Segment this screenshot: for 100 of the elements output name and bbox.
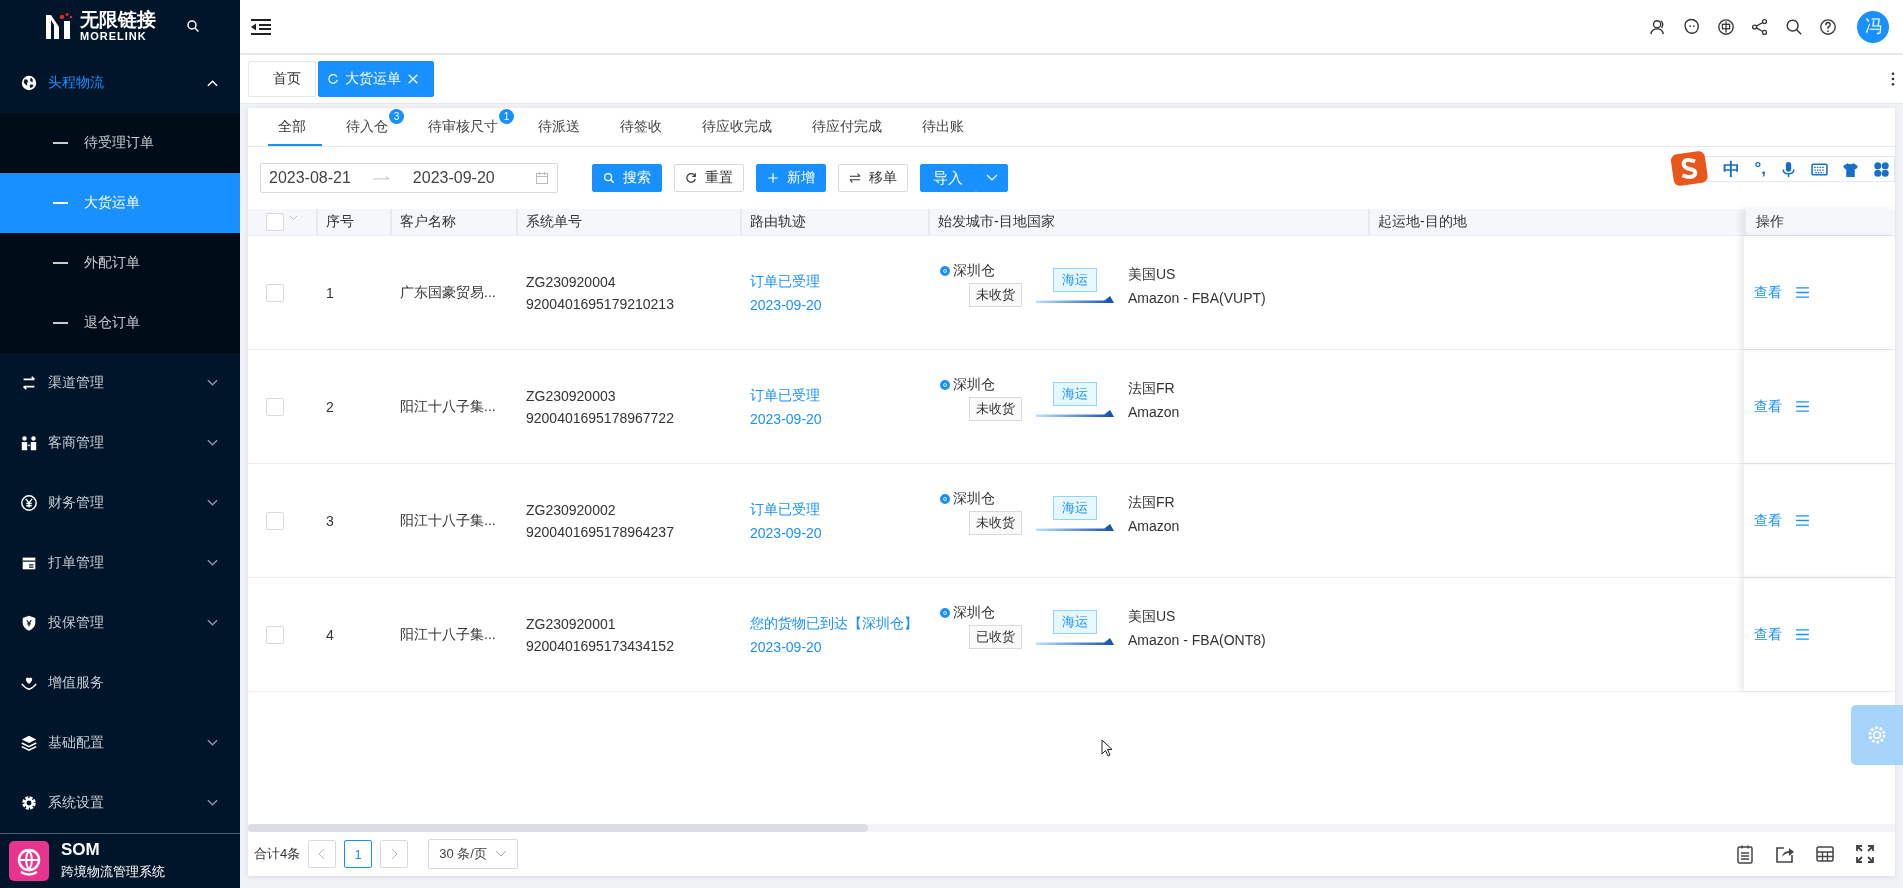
search-icon[interactable] [186, 19, 200, 34]
row-checkbox[interactable] [266, 397, 284, 416]
destination-warehouse: Amazon [1128, 404, 1180, 420]
keyboard-icon[interactable] [1811, 160, 1828, 178]
table-cell: 阳江十八子集... [400, 511, 496, 530]
order-number: ZG230920004 [526, 273, 616, 290]
collapse-menu-icon[interactable] [250, 17, 272, 36]
radio-button[interactable] [940, 380, 950, 390]
column-header: 始发城市-目地国家 [938, 213, 1055, 231]
menu-item[interactable]: 打单管理 [0, 532, 240, 593]
clipboard-icon[interactable] [1735, 844, 1755, 864]
status-tab[interactable]: 待审核尺寸 1 [418, 108, 514, 146]
swap-icon [849, 172, 861, 184]
radio-button[interactable] [940, 494, 950, 504]
horizontal-scrollbar[interactable] [248, 824, 1895, 832]
transport-tag: 海运 [1053, 382, 1097, 406]
logo-subtitle: MORELINK [80, 31, 148, 43]
table-cell: 阳江十八子集... [400, 625, 496, 644]
layers-icon [20, 733, 38, 752]
warehouse-label: 深圳仓 [953, 490, 995, 508]
grid-icon[interactable] [1873, 160, 1890, 178]
page-tab[interactable]: 首页 [248, 61, 316, 97]
destination-warehouse: Amazon [1128, 518, 1180, 534]
toolbar-button[interactable]: 重置 [674, 164, 744, 192]
tracking-number: 9200401695178967722 [526, 409, 674, 426]
warehouse-label: 深圳仓 [953, 604, 995, 622]
transport-tag: 海运 [1053, 268, 1097, 292]
chevron-down-icon[interactable] [289, 215, 298, 221]
list-icon[interactable] [1796, 401, 1809, 412]
submenu-item[interactable]: 待受理订单 [0, 112, 240, 173]
shield-icon [20, 613, 38, 632]
share-icon[interactable] [1751, 17, 1769, 36]
date-range-field[interactable]: 2023-08-21 2023-09-20 [260, 163, 558, 193]
help-icon[interactable] [1819, 17, 1837, 36]
menu-item[interactable]: 投保管理 [0, 592, 240, 653]
column-header: 系统单号 [526, 213, 582, 231]
mouse-pointer-icon [1101, 739, 1113, 757]
menu-item[interactable]: 渠道管理 [0, 352, 240, 413]
select-all-checkbox[interactable] [266, 213, 284, 231]
column-header: 路由轨迹 [750, 213, 806, 231]
plus-icon [767, 172, 779, 184]
chevron-down-icon [207, 438, 218, 447]
menu-item[interactable]: 客商管理 [0, 412, 240, 473]
table-cell: 阳江十八子集... [400, 397, 496, 416]
chevron-up-icon [207, 78, 218, 87]
export-icon[interactable] [1775, 844, 1795, 864]
row-checkbox[interactable] [266, 511, 284, 530]
column-header: 起运地-目的地 [1378, 213, 1467, 231]
close-icon[interactable] [407, 73, 419, 85]
status-tab[interactable]: 待出账 [912, 108, 980, 146]
page-size-select[interactable]: 30 条/页 [428, 839, 518, 869]
table-icon[interactable] [1815, 844, 1835, 864]
menu-item[interactable]: 增值服务 [0, 652, 240, 713]
destination-country: 美国US [1128, 266, 1176, 284]
submenu-item[interactable]: 退仓订单 [0, 292, 240, 353]
user-icon[interactable] [1649, 17, 1667, 36]
row-checkbox[interactable] [266, 625, 284, 644]
radio-button[interactable] [940, 608, 950, 618]
status-tab[interactable]: 待应收完成 [692, 108, 788, 146]
destination-country: 法国FR [1128, 494, 1175, 512]
ime-punctuation[interactable]: °, [1754, 159, 1766, 179]
swap-icon [20, 373, 38, 392]
fullscreen-icon[interactable] [1855, 844, 1875, 864]
toolbar-button[interactable]: 移单 [838, 164, 908, 192]
menu-item[interactable]: 头程物流 [0, 52, 240, 113]
route-line-icon [1036, 296, 1114, 303]
receipt-status: 已收货 [969, 625, 1022, 649]
list-icon[interactable] [1796, 629, 1809, 640]
order-number: ZG230920003 [526, 387, 616, 404]
column-header: 客户名称 [400, 213, 456, 231]
status-tab[interactable]: 待签收 [610, 108, 678, 146]
ime-mode[interactable]: 中 [1723, 157, 1741, 181]
status-tab[interactable]: 全部 [268, 108, 322, 146]
language-icon[interactable] [1717, 17, 1735, 36]
shirt-icon[interactable] [1842, 160, 1859, 178]
menu-item[interactable]: 系统设置 [0, 772, 240, 833]
column-header: 操作 [1756, 213, 1784, 231]
list-icon[interactable] [1796, 287, 1809, 298]
count-badge: 3 [389, 109, 404, 124]
status-tab[interactable]: 待派送 [528, 108, 596, 146]
more-icon[interactable] [1891, 72, 1895, 86]
status-tab[interactable]: 待入仓 3 [336, 108, 404, 146]
receipt-status: 未收货 [969, 397, 1022, 421]
chevron-down-icon [207, 558, 218, 567]
microphone-icon[interactable] [1780, 160, 1797, 178]
destination-country: 法国FR [1128, 380, 1175, 398]
tracking-number: 9200401695179210213 [526, 295, 674, 312]
row-checkbox[interactable] [266, 283, 284, 302]
warehouse-label: 深圳仓 [953, 262, 995, 280]
globe-icon [9, 840, 49, 881]
menu-item[interactable]: 财务管理 [0, 472, 240, 533]
radio-button[interactable] [940, 266, 950, 276]
face-icon[interactable] [1683, 17, 1701, 36]
submenu-item[interactable]: 外配订单 [0, 232, 240, 293]
search-icon[interactable] [1785, 17, 1803, 36]
people-icon [20, 433, 38, 452]
chevron-down-icon [207, 498, 218, 507]
list-icon[interactable] [1796, 515, 1809, 526]
menu-item[interactable]: 基础配置 [0, 712, 240, 773]
status-tab[interactable]: 待应付完成 [802, 108, 898, 146]
